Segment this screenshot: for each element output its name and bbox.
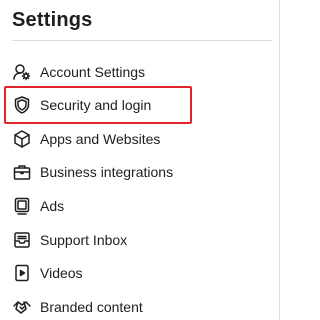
account-settings-icon <box>12 62 32 82</box>
menu-item-security-and-login[interactable]: Security and login <box>12 92 272 118</box>
cube-icon <box>12 129 32 149</box>
shield-icon <box>12 95 32 115</box>
title-divider <box>12 40 272 41</box>
menu-label-apps-and-websites: Apps and Websites <box>40 131 161 147</box>
briefcase-icon <box>12 162 32 182</box>
menu-label-ads: Ads <box>40 198 65 214</box>
menu-label-security-and-login: Security and login <box>40 97 152 113</box>
menu-label-branded-content: Branded content <box>40 299 143 315</box>
settings-panel: Settings Account Settings Security and l… <box>0 0 282 320</box>
menu-item-ads[interactable]: Ads <box>12 193 272 219</box>
video-icon <box>12 263 32 283</box>
ads-monitor-icon <box>12 196 32 216</box>
menu-item-account-settings[interactable]: Account Settings <box>12 59 272 85</box>
menu-label-account-settings: Account Settings <box>40 64 146 80</box>
menu-item-videos[interactable]: Videos <box>12 260 272 286</box>
panel-border <box>279 0 280 320</box>
menu-label-support-inbox: Support Inbox <box>40 232 128 248</box>
menu-item-support-inbox[interactable]: Support Inbox <box>12 227 272 253</box>
menu-item-branded-content[interactable]: Branded content <box>12 294 272 320</box>
handshake-icon <box>12 297 32 317</box>
inbox-icon <box>12 230 32 250</box>
menu-item-apps-and-websites[interactable]: Apps and Websites <box>12 126 272 152</box>
menu-label-videos: Videos <box>40 265 83 281</box>
page-title: Settings <box>12 9 93 31</box>
menu-label-business-integrations: Business integrations <box>40 164 174 180</box>
menu-item-business-integrations[interactable]: Business integrations <box>12 159 272 185</box>
